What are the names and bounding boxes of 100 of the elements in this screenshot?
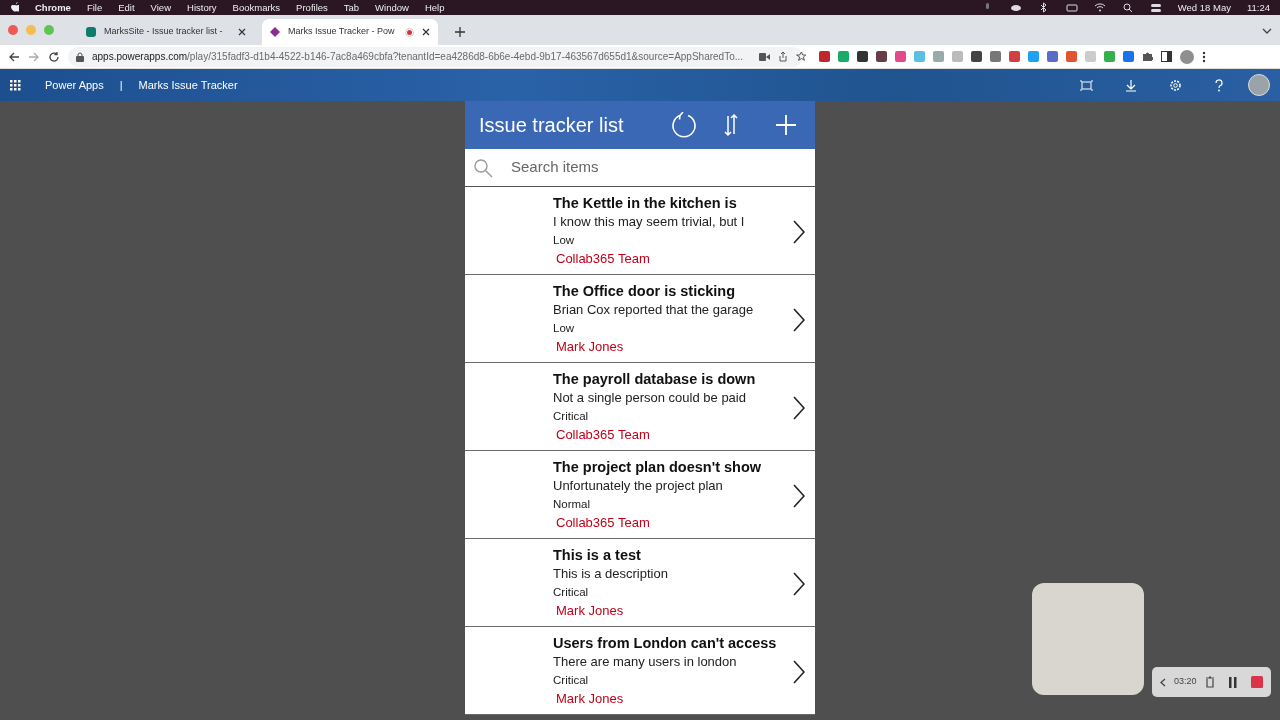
issue-description: There are many users in london — [553, 653, 737, 671]
control-center-icon[interactable] — [1149, 2, 1162, 13]
issue-priority: Low — [553, 321, 575, 336]
sort-arrows-icon — [723, 113, 739, 137]
open-item-button[interactable] — [793, 307, 805, 332]
issue-owner: Mark Jones — [555, 338, 624, 356]
issue-title: This is a test — [553, 546, 641, 565]
search-icon — [473, 157, 493, 178]
back-icon[interactable] — [8, 50, 20, 63]
refresh-button[interactable] — [671, 111, 699, 139]
extension-icon[interactable] — [990, 51, 1001, 62]
chevron-right-icon — [793, 659, 805, 684]
download-icon[interactable] — [1125, 78, 1137, 92]
chevron-down-icon[interactable] — [1262, 27, 1272, 35]
issue-title: The project plan doesn't show — [553, 458, 762, 477]
open-item-button[interactable] — [793, 395, 805, 420]
menu-item[interactable]: Profiles — [296, 0, 328, 15]
issue-description: Not a single person could be paid — [553, 389, 746, 407]
chevron-left-icon[interactable] — [1160, 677, 1166, 687]
url-text: apps.powerapps.com/play/315fadf3-d1b4-4522-b146-7ac8a469cbfa?tenantId=ea4286d8-6b6e-4ebd-9b17-463567d655d1&source=AppSharedTo... — [92, 50, 744, 64]
menu-item[interactable]: History — [187, 0, 217, 15]
menubar-time[interactable]: 11:24 — [1246, 0, 1270, 15]
refresh-icon — [671, 112, 697, 138]
issue-description: I know this may seem trivial, but I — [553, 213, 745, 231]
menu-item[interactable]: File — [86, 0, 103, 15]
app-launcher-icon[interactable] — [10, 79, 21, 91]
help-icon[interactable] — [1214, 78, 1224, 92]
issue-owner: Mark Jones — [555, 690, 624, 708]
browser-tab[interactable]: MarksSite - Issue tracker list - — [78, 19, 254, 45]
issue-list-item[interactable]: The Kettle in the kitchen is I know this may seem trivial, but I Low Collab365 Team — [465, 187, 815, 275]
side-panel-icon[interactable] — [1161, 51, 1172, 62]
issue-owner: Collab365 Team — [555, 250, 650, 268]
issue-description: This is a description — [553, 565, 668, 583]
chevron-right-icon — [793, 395, 805, 420]
menu-item[interactable]: Bookmarks — [232, 0, 281, 15]
menu-item[interactable]: View — [150, 0, 171, 15]
menubar-date[interactable]: Wed 18 May — [1177, 0, 1231, 15]
issue-owner: Collab365 Team — [555, 426, 650, 444]
extension-icon[interactable] — [819, 51, 830, 62]
extension-icon[interactable] — [1047, 51, 1058, 62]
issue-priority: Critical — [553, 585, 589, 600]
extension-icon[interactable] — [1009, 51, 1020, 62]
open-item-button[interactable] — [793, 483, 805, 508]
profile-avatar[interactable] — [1248, 74, 1270, 96]
header-separator: | — [119, 77, 123, 93]
profile-avatar[interactable] — [1180, 49, 1194, 64]
camera-icon[interactable] — [759, 52, 771, 61]
open-item-button[interactable] — [793, 659, 805, 684]
close-icon[interactable] — [422, 28, 430, 36]
battery-icon[interactable] — [1065, 2, 1078, 13]
share-icon[interactable] — [778, 51, 789, 62]
issue-owner: Collab365 Team — [555, 514, 650, 532]
menu-item[interactable]: Tab — [343, 0, 360, 15]
issue-list-item[interactable]: The payroll database is down Not a single person could be paid Critical Collab365 Team — [465, 363, 815, 451]
reload-icon[interactable] — [48, 50, 60, 63]
issue-owner: Mark Jones — [555, 602, 624, 620]
pause-icon[interactable] — [1228, 676, 1237, 688]
wifi-icon[interactable] — [1093, 2, 1106, 13]
stop-icon[interactable] — [1250, 676, 1263, 688]
issue-priority: Normal — [553, 497, 591, 512]
extension-icon[interactable] — [857, 51, 868, 62]
menu-item[interactable]: Window — [375, 0, 409, 15]
search-field[interactable]: Search items — [509, 155, 807, 180]
close-window-icon[interactable] — [8, 25, 18, 35]
extension-icon[interactable] — [1123, 51, 1134, 62]
extension-icon[interactable] — [971, 51, 982, 62]
issue-priority: Low — [553, 233, 575, 248]
issue-list-item[interactable]: This is a test This is a description Critical Mark Jones — [465, 539, 815, 627]
star-icon[interactable] — [796, 51, 808, 62]
app-menu[interactable]: Chrome — [35, 0, 71, 15]
issue-priority: Critical — [553, 409, 589, 424]
issue-list-item[interactable]: The project plan doesn't show Unfortunately the project plan Normal Collab365 Team — [465, 451, 815, 539]
more-icon[interactable] — [1202, 50, 1206, 63]
open-item-button[interactable] — [793, 571, 805, 596]
settings-icon[interactable] — [1169, 78, 1182, 92]
chevron-right-icon — [793, 307, 805, 332]
open-item-button[interactable] — [793, 219, 805, 244]
menu-item[interactable]: Edit — [118, 0, 135, 15]
chevron-right-icon — [793, 571, 805, 596]
fit-screen-icon[interactable] — [1080, 78, 1093, 92]
puzzle-icon[interactable] — [1142, 51, 1153, 62]
close-icon[interactable] — [238, 28, 246, 36]
menu-item[interactable]: Help — [424, 0, 445, 15]
search-icon[interactable] — [1121, 2, 1134, 13]
new-tab-icon[interactable] — [454, 26, 466, 38]
issue-title: The payroll database is down — [553, 370, 756, 389]
browser-tab[interactable]: Marks Issue Tracker - Pow — [262, 19, 438, 45]
cloud-icon[interactable] — [1009, 2, 1022, 13]
app-name: Marks Issue Tracker — [138, 77, 238, 93]
lock-icon — [76, 51, 84, 62]
issue-priority: Critical — [553, 673, 589, 688]
product-name[interactable]: Power Apps — [45, 76, 104, 94]
issue-description: Brian Cox reported that the garage — [553, 301, 754, 319]
issue-list-item[interactable]: The Office door is sticking Brian Cox reported that the garage Low Mark Jones — [465, 275, 815, 363]
apple-logo-icon[interactable] — [10, 2, 19, 13]
extension-icon[interactable] — [876, 51, 887, 62]
trash-icon[interactable] — [1204, 676, 1215, 688]
issue-list-item[interactable]: Users from London can't access There are many users in london Critical Mark Jones — [465, 627, 815, 715]
chevron-right-icon — [793, 483, 805, 508]
screen-title: Issue tracker list — [479, 113, 625, 138]
